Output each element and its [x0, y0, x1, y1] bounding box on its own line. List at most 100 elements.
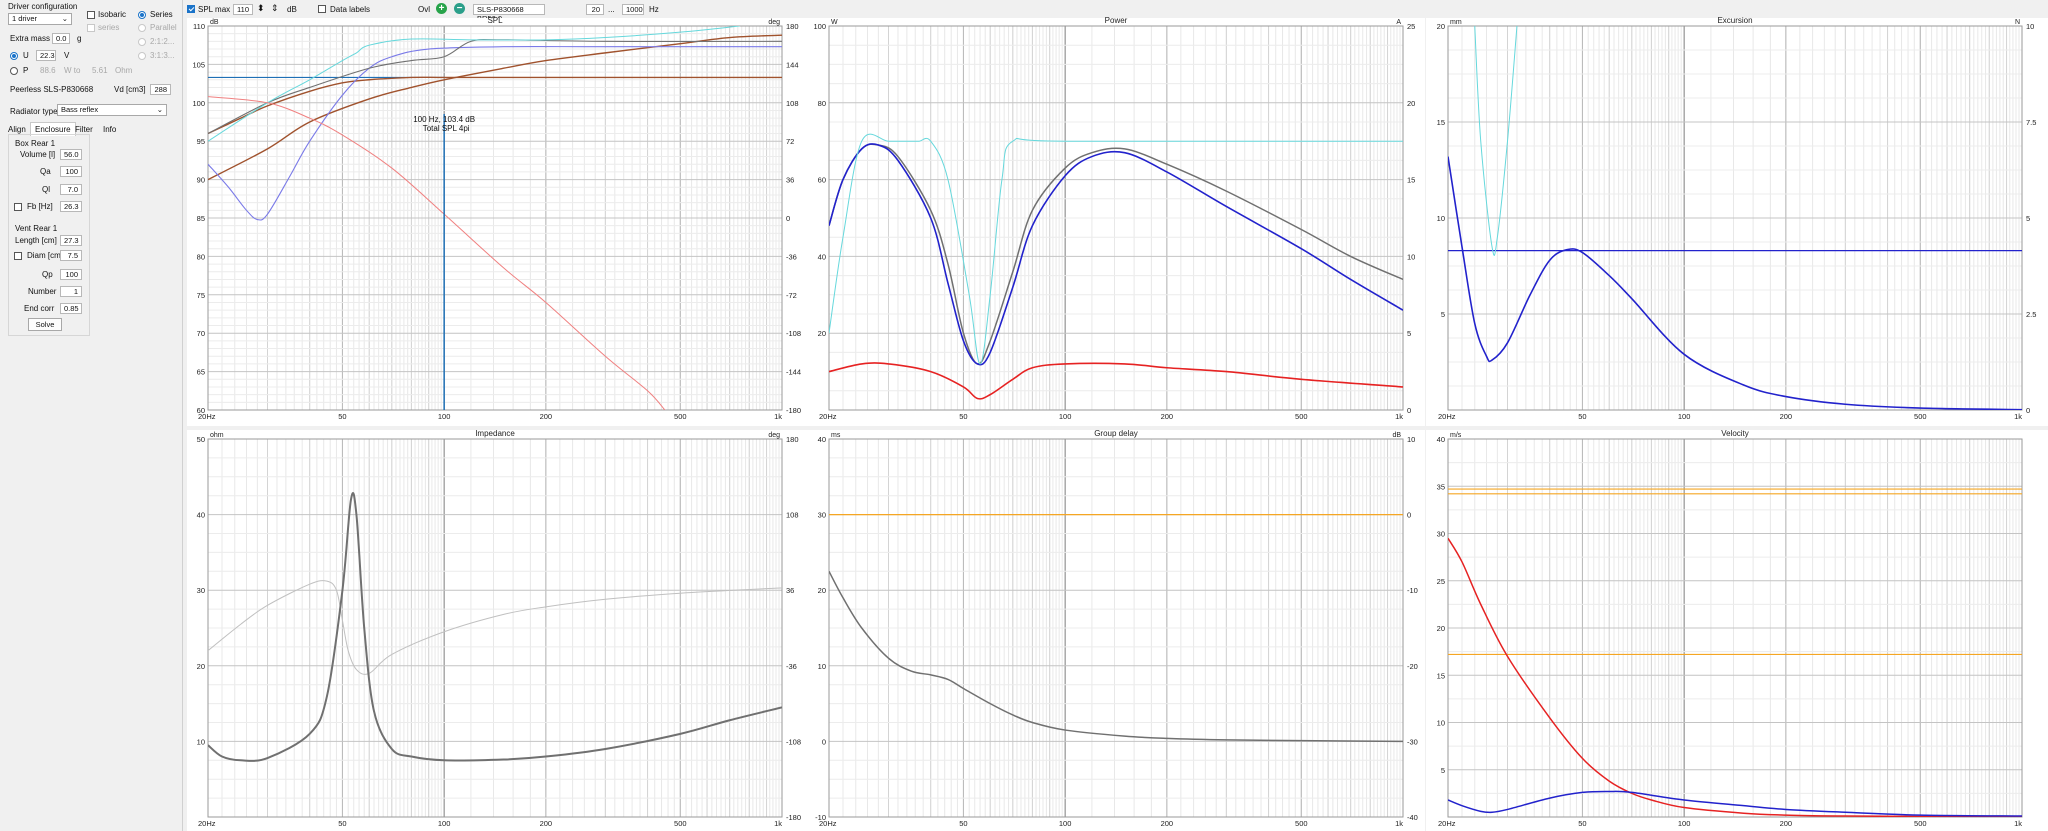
x-tick-label: 100 [438, 819, 451, 828]
y-tick-label: 10 [197, 737, 205, 746]
y-tick-label: 85 [197, 214, 205, 223]
y2-tick-label: 108 [786, 511, 799, 520]
y2-tick-label: -108 [786, 329, 801, 338]
y2-tick-label: 15 [1407, 176, 1415, 185]
y2-tick-label: 5 [1407, 329, 1411, 338]
x-tick-label: 20Hz [198, 412, 216, 421]
x-tick-label: 200 [1780, 412, 1793, 421]
x-tick-label: 50 [959, 412, 967, 421]
x-tick-label: 1k [1395, 819, 1403, 828]
y2-tick-label: -36 [786, 252, 797, 261]
x-tick-label: 500 [1295, 819, 1308, 828]
impedance-title: Impedance [475, 429, 515, 438]
spl-right-unit: deg [768, 19, 780, 26]
x-tick-label: 20Hz [1438, 412, 1456, 421]
x-tick-label: 500 [1295, 412, 1308, 421]
x-tick-label: 500 [1914, 819, 1927, 828]
x-tick-label: 50 [1578, 412, 1586, 421]
y2-tick-label: -180 [786, 406, 801, 415]
y2-tick-label: 36 [786, 176, 794, 185]
x-tick-label: 200 [1780, 819, 1793, 828]
y2-tick-label: -40 [1407, 813, 1418, 822]
y-tick-label: 30 [1437, 530, 1445, 539]
y2-tick-label: 0 [2026, 406, 2030, 415]
excursion-chart: Excursion mm N 20 15 10 5 10 7.5 5 2.5 0 20Hz 50 100 20… [1426, 16, 2048, 426]
x-tick-label: 500 [1914, 412, 1927, 421]
x-tick-label: 100 [438, 412, 451, 421]
y2-tick-label: 10 [1407, 435, 1415, 444]
y2-tick-label: 144 [786, 60, 799, 69]
y2-tick-label: -144 [786, 368, 801, 377]
x-tick-label: 20Hz [819, 819, 837, 828]
spl-title: SPL [487, 16, 503, 25]
y-tick-label: 10 [1437, 214, 1445, 223]
velocity-left-unit: m/s [1450, 432, 1462, 439]
y-tick-label: 20 [818, 329, 826, 338]
x-tick-label: 50 [1578, 819, 1586, 828]
x-tick-label: 200 [1161, 819, 1174, 828]
x-tick-label: 200 [540, 819, 553, 828]
y-tick-label: 15 [1437, 118, 1445, 127]
x-tick-label: 1k [774, 819, 782, 828]
velocity-panel [1426, 430, 2048, 831]
x-tick-label: 100 [1678, 819, 1691, 828]
x-tick-label: 200 [540, 412, 553, 421]
groupdelay-chart: Group delayms dB403020100-10100-10-20-30-… [805, 429, 1425, 831]
x-tick-label: 20Hz [1438, 819, 1456, 828]
y-tick-label: 20 [818, 586, 826, 595]
power-right-unit: A [1396, 19, 1401, 26]
y2-tick-label: 7.5 [2026, 118, 2036, 127]
impedance-right-unit: deg [768, 432, 780, 439]
excursion-left-unit: mm [1450, 19, 1462, 26]
power-title: Power [1105, 16, 1128, 25]
y-tick-label: 60 [818, 176, 826, 185]
y2-tick-label: 20 [1407, 99, 1415, 108]
x-tick-label: 1k [1395, 412, 1403, 421]
y-tick-label: 0 [822, 737, 826, 746]
y-tick-label: 80 [818, 99, 826, 108]
y-tick-label: 40 [1437, 435, 1445, 444]
x-tick-label: 50 [338, 412, 346, 421]
y-tick-label: 15 [1437, 671, 1445, 680]
y-tick-label: 40 [818, 252, 826, 261]
y2-tick-label: 25 [1407, 22, 1415, 31]
x-tick-label: 100 [1678, 412, 1691, 421]
y2-tick-label: 72 [786, 137, 794, 146]
y-tick-label: 30 [818, 511, 826, 520]
y2-tick-label: 5 [2026, 214, 2030, 223]
x-tick-label: 50 [959, 819, 967, 828]
y-tick-label: 80 [197, 252, 205, 261]
y-tick-label: 25 [1437, 577, 1445, 586]
excursion-panel [1426, 18, 2048, 426]
y2-tick-label: -20 [1407, 662, 1418, 671]
y-tick-label: 100 [192, 99, 205, 108]
groupdelay-title: Group delay [1094, 429, 1138, 438]
y-tick-label: 30 [197, 586, 205, 595]
y-tick-label: 95 [197, 137, 205, 146]
y2-tick-label: -180 [786, 813, 801, 822]
y2-tick-label: 2.5 [2026, 310, 2036, 319]
y-tick-label: 35 [1437, 482, 1445, 491]
x-tick-label: 100 [1059, 819, 1072, 828]
y-tick-label: 10 [818, 662, 826, 671]
y-tick-label: 110 [193, 22, 205, 31]
y-tick-label: 105 [192, 60, 205, 69]
impedance-chart: Impedance ohm deg 50 40 30 20 10 180 108 36 -36 -108… [187, 429, 805, 831]
x-tick-label: 100 [1059, 412, 1072, 421]
y2-tick-label: 108 [786, 99, 799, 108]
x-tick-label: 500 [674, 819, 687, 828]
x-tick-label: 1k [2014, 819, 2022, 828]
groupdelay-right-unit: dB [1392, 432, 1401, 439]
y2-tick-label: -10 [1407, 586, 1418, 595]
x-tick-label: 20Hz [819, 412, 837, 421]
y-tick-label: 75 [197, 291, 205, 300]
velocity-chart: Velocity m/s 40 35 30 25 20 15 10 5 20Hz 50 100 200 50… [1426, 429, 2048, 831]
y2-tick-label: 0 [1407, 511, 1411, 520]
y2-tick-label: -30 [1407, 737, 1418, 746]
x-tick-label: 200 [1161, 412, 1174, 421]
x-tick-label: 1k [2014, 412, 2022, 421]
y-tick-label: 40 [818, 435, 826, 444]
excursion-right-unit: N [2015, 19, 2020, 26]
y-tick-label: 50 [197, 435, 205, 444]
x-tick-label: 20Hz [198, 819, 216, 828]
